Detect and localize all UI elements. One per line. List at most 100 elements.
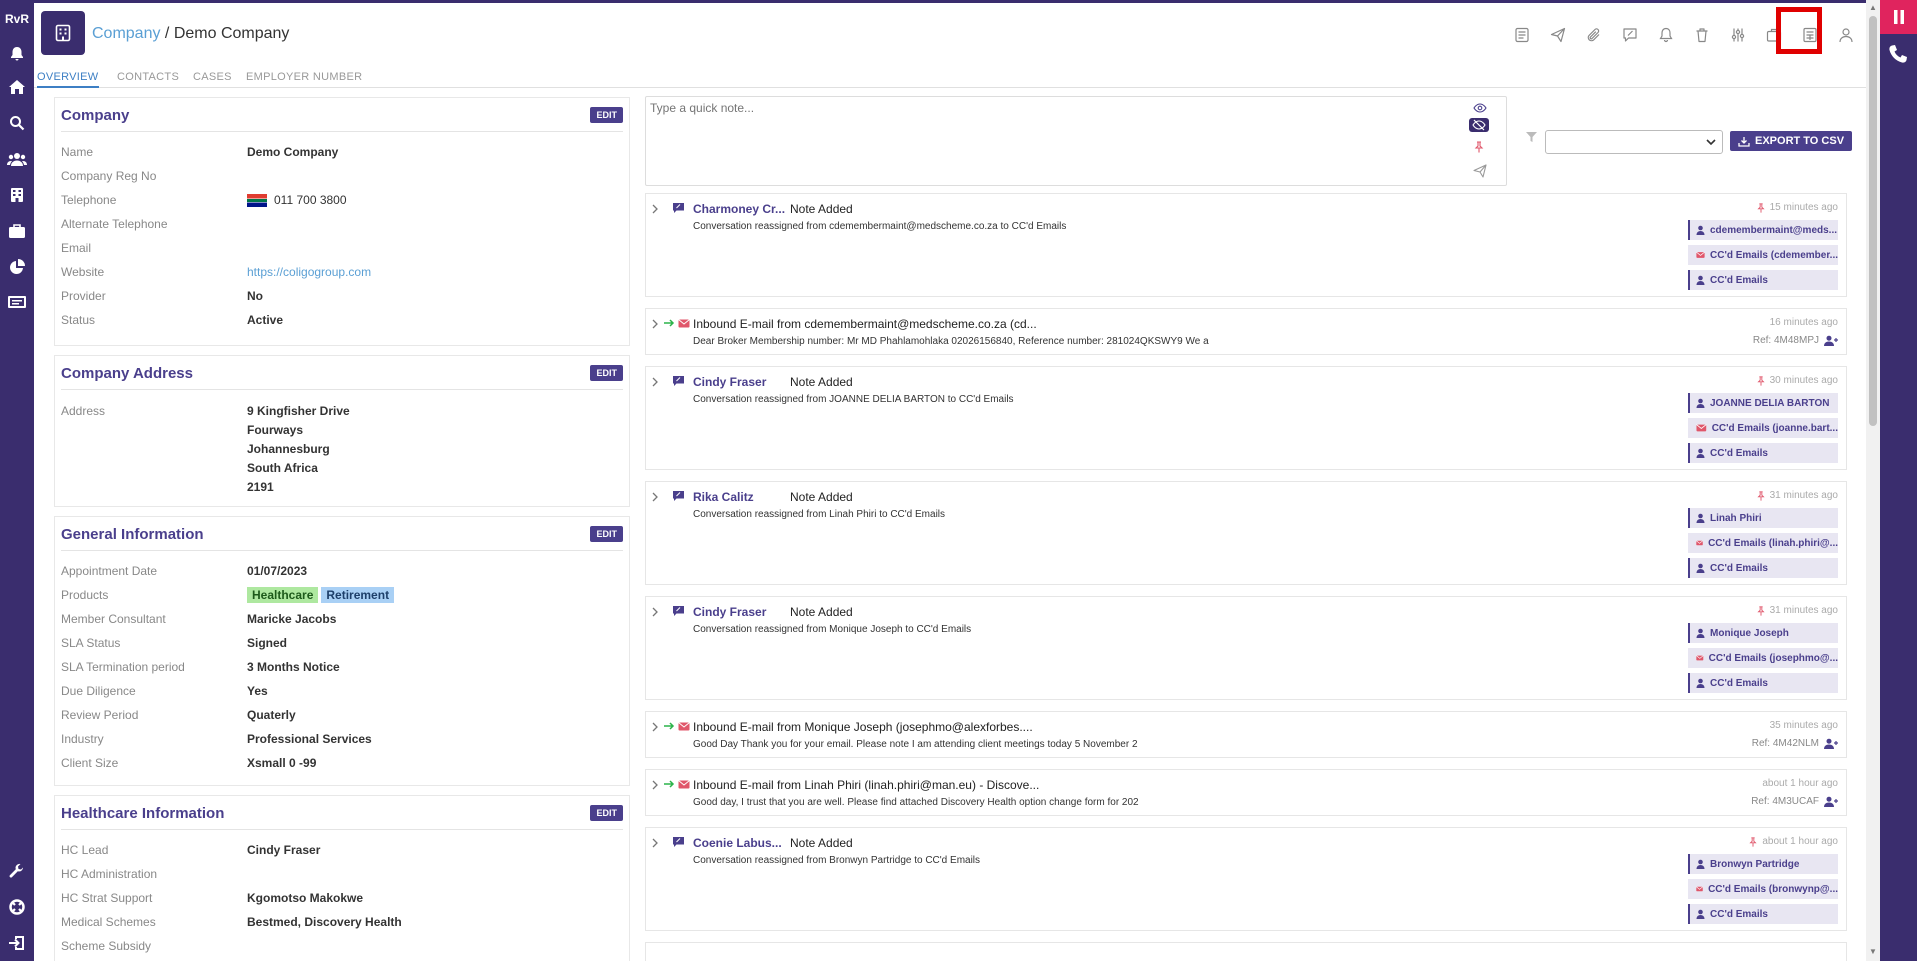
recipient-chip[interactable]: CC'd Emails (1688, 270, 1838, 290)
feed-filter-select[interactable] (1545, 130, 1723, 154)
bell-icon[interactable] (6, 43, 28, 65)
send-icon[interactable] (1540, 23, 1576, 47)
field-row: Website https://coligogroup.com (61, 260, 623, 284)
recipient-chip[interactable]: Monique Joseph (1688, 623, 1838, 643)
chevron-right-icon[interactable] (652, 492, 659, 502)
scroll-up-icon[interactable]: ▲ (1869, 3, 1877, 12)
feed-item-note[interactable]: Charmoney Cr... Note Added Conversation … (645, 193, 1847, 297)
scrollbar[interactable]: ▲ ▼ (1866, 0, 1880, 961)
tab-contacts[interactable]: CONTACTS (117, 71, 179, 83)
feed-body: Good Day Thank you for your email. Pleas… (693, 739, 1138, 750)
pause-button[interactable] (1880, 0, 1917, 34)
feed-subject[interactable]: Inbound E-mail from Monique Joseph (jose… (693, 720, 1033, 734)
briefcase-icon[interactable] (6, 220, 28, 242)
feed-author[interactable]: Cindy Fraser (693, 605, 788, 619)
recipient-chip[interactable]: CC'd Emails (cdemember... (1688, 245, 1838, 265)
recipient-chip[interactable]: CC'd Emails (bronwynp@... (1688, 879, 1838, 899)
field-label: HC Strat Support (61, 891, 153, 905)
feed-author[interactable]: Rika Calitz (693, 490, 788, 504)
breadcrumb-root-link[interactable]: Company (92, 25, 160, 42)
users-icon[interactable] (6, 148, 28, 170)
scrollbar-thumb[interactable] (1869, 16, 1877, 426)
chevron-right-icon[interactable] (652, 780, 659, 790)
recipient-chip[interactable]: CC'd Emails (1688, 904, 1838, 924)
feed-subject[interactable]: Inbound E-mail from Linah Phiri (linah.p… (693, 778, 1039, 792)
feed-author[interactable]: Coenie Labus... (693, 836, 788, 850)
edit-address-button[interactable]: EDIT (590, 365, 623, 381)
pin-icon[interactable] (1756, 605, 1766, 616)
bell-icon[interactable] (1648, 23, 1684, 47)
field-label: SLA Termination period (61, 660, 185, 674)
feed-item-email[interactable]: Inbound E-mail from Linah Phiri (linah.p… (645, 769, 1847, 816)
website-link[interactable]: https://coligogroup.com (247, 265, 371, 279)
recipient-chip[interactable]: cdemembermaint@meds... (1688, 220, 1838, 240)
pin-icon[interactable] (1756, 375, 1766, 386)
assign-user-icon[interactable] (1824, 335, 1838, 346)
recipient-chip[interactable]: Bronwyn Partridge (1688, 854, 1838, 874)
scroll-down-icon[interactable]: ▼ (1869, 947, 1877, 956)
edit-general-button[interactable]: EDIT (590, 526, 623, 542)
filter-icon[interactable] (1525, 131, 1538, 143)
home-icon[interactable] (6, 76, 28, 98)
tab-cases[interactable]: CASES (193, 71, 232, 83)
assign-user-icon[interactable] (1824, 738, 1838, 749)
breadcrumb-current: Demo Company (173, 25, 290, 42)
note-icon[interactable] (1612, 23, 1648, 47)
chevron-right-icon[interactable] (652, 377, 659, 387)
feed-author[interactable]: Charmoney Cr... (693, 202, 788, 216)
chevron-right-icon[interactable] (652, 722, 659, 732)
recipient-chip[interactable]: CC'd Emails (linah.phiri@... (1688, 533, 1838, 553)
pin-icon[interactable] (1756, 490, 1766, 501)
eye-icon[interactable] (1473, 102, 1487, 114)
monitor-icon[interactable] (6, 292, 28, 314)
feed-item-note[interactable]: Cindy Fraser Note Added Conversation rea… (645, 366, 1847, 470)
chevron-right-icon[interactable] (652, 204, 659, 214)
logout-icon[interactable] (6, 932, 28, 954)
pin-icon[interactable] (1756, 202, 1766, 213)
recipient-chip[interactable]: CC'd Emails (1688, 673, 1838, 693)
feed-item-note[interactable]: Coenie Labus... Note Added Conversation … (645, 827, 1847, 931)
wrench-icon[interactable] (6, 860, 28, 882)
checklist-icon[interactable] (1504, 23, 1540, 47)
feed-author[interactable]: Cindy Fraser (693, 375, 788, 389)
edit-healthcare-button[interactable]: EDIT (590, 805, 623, 821)
chevron-right-icon[interactable] (652, 607, 659, 617)
field-label: Address (61, 404, 106, 418)
paperclip-icon[interactable] (1576, 23, 1612, 47)
eye-off-icon[interactable] (1469, 118, 1489, 132)
feed-subject[interactable]: Inbound E-mail from cdemembermaint@medsc… (693, 317, 1037, 331)
building-icon[interactable] (6, 184, 28, 206)
recipient-chip[interactable]: CC'd Emails (joanne.bart... (1688, 418, 1838, 438)
recipient-chip[interactable]: CC'd Emails (1688, 558, 1838, 578)
recipient-chip[interactable]: JOANNE DELIA BARTON (1688, 393, 1838, 413)
feed-item-note[interactable]: Rika Calitz Note Added Conversation reas… (645, 481, 1847, 585)
tab-employer-number[interactable]: EMPLOYER NUMBER (246, 71, 362, 83)
feed-item-email[interactable]: Inbound E-mail from cdemembermaint@medsc… (645, 308, 1847, 355)
recipient-chip[interactable]: Linah Phiri (1688, 508, 1838, 528)
phone-icon[interactable] (1888, 44, 1908, 64)
export-csv-button[interactable]: EXPORT TO CSV (1730, 131, 1853, 151)
recipient-chip[interactable]: CC'd Emails (1688, 443, 1838, 463)
assign-user-icon[interactable] (1824, 796, 1838, 807)
edit-company-button[interactable]: EDIT (590, 107, 623, 123)
pie-chart-icon[interactable] (6, 256, 28, 278)
feed-item-partial[interactable] (645, 942, 1847, 961)
search-icon[interactable] (6, 112, 28, 134)
sliders-icon[interactable] (1720, 23, 1756, 47)
pin-icon[interactable] (1473, 141, 1485, 153)
feed-action: Note Added (790, 202, 853, 216)
field-value[interactable]: 011 700 3800 (274, 193, 347, 207)
recipient-chip[interactable]: CC'd Emails (josephmo@... (1688, 648, 1838, 668)
lifebuoy-icon[interactable] (6, 896, 28, 918)
tab-overview[interactable]: OVERVIEW (37, 71, 99, 88)
feed-item-email[interactable]: Inbound E-mail from Monique Joseph (jose… (645, 711, 1847, 758)
recipient-label: CC'd Emails (cdemember... (1710, 249, 1838, 261)
trash-icon[interactable] (1684, 23, 1720, 47)
feed-item-note[interactable]: Cindy Fraser Note Added Conversation rea… (645, 596, 1847, 700)
send-icon[interactable] (1473, 164, 1487, 178)
chevron-right-icon[interactable] (652, 319, 659, 329)
pin-icon[interactable] (1748, 836, 1758, 847)
chevron-right-icon[interactable] (652, 838, 659, 848)
user-icon[interactable] (1828, 23, 1864, 47)
quick-note-input[interactable] (650, 101, 1430, 161)
